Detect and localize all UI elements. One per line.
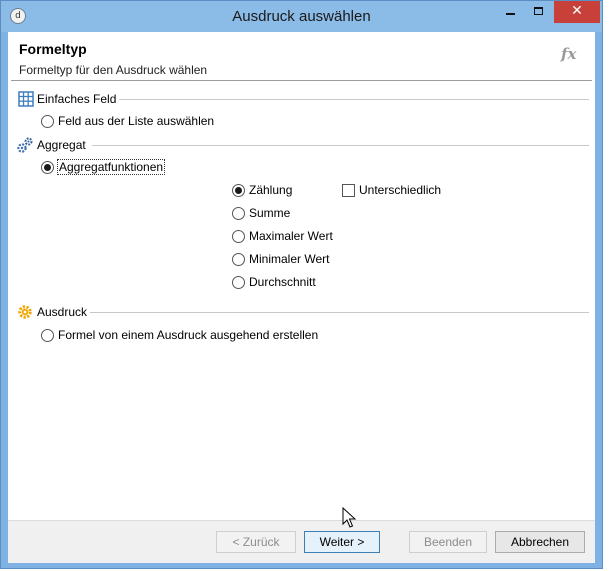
fx-icon: fx — [561, 45, 577, 63]
checkbox-distinct[interactable]: Unterschiedlich — [342, 183, 441, 197]
radio-button[interactable] — [41, 160, 54, 174]
radio-button[interactable] — [232, 229, 245, 243]
group-label-expression: Ausdruck — [37, 305, 91, 319]
radio-average[interactable]: Durchschnitt — [232, 275, 316, 289]
radio-label: Maximaler Wert — [249, 229, 333, 243]
finish-button[interactable]: Beenden — [409, 531, 487, 553]
group-label-simple-field: Einfaches Feld — [37, 92, 120, 106]
cancel-button[interactable]: Abbrechen — [495, 531, 585, 553]
group-line-aggregate — [92, 145, 589, 146]
radio-label: Zählung — [249, 183, 293, 197]
radio-label: Aggregatfunktionen — [56, 159, 166, 175]
radio-label: Feld aus der Liste auswählen — [58, 114, 215, 128]
radio-max[interactable]: Maximaler Wert — [232, 229, 333, 243]
group-label-aggregate: Aggregat — [37, 138, 89, 152]
table-grid-icon — [18, 91, 34, 107]
minimize-button[interactable] — [497, 1, 524, 23]
radio-sum[interactable]: Summe — [232, 206, 290, 220]
radio-min[interactable]: Minimaler Wert — [232, 252, 329, 266]
title-bar[interactable]: d Ausdruck auswählen ✕ — [1, 1, 602, 32]
back-button[interactable]: < Zurück — [216, 531, 296, 553]
radio-aggregate[interactable]: Aggregatfunktionen — [41, 159, 166, 175]
checkbox-label: Unterschiedlich — [359, 183, 442, 197]
page-subtitle: Formeltyp für den Ausdruck wählen — [19, 63, 208, 77]
close-icon: ✕ — [571, 3, 583, 19]
close-button[interactable]: ✕ — [554, 1, 600, 23]
mouse-pointer-icon — [342, 507, 356, 528]
radio-button[interactable] — [232, 275, 245, 289]
next-button[interactable]: Weiter > — [304, 531, 380, 553]
radio-expression[interactable]: Formel von einem Ausdruck ausgehend erst… — [41, 328, 318, 342]
group-line-expression — [90, 312, 589, 313]
radio-label: Durchschnitt — [249, 275, 316, 289]
maximize-icon — [534, 7, 543, 15]
radio-simple-field[interactable]: Feld aus der Liste auswählen — [41, 114, 214, 128]
radio-button[interactable] — [232, 206, 245, 220]
radio-button[interactable] — [232, 183, 245, 197]
header-separator — [11, 80, 592, 81]
group-line-simple-field — [116, 99, 589, 100]
radio-label: Formel von einem Ausdruck ausgehend erst… — [58, 328, 319, 342]
page-title: Formeltyp — [19, 41, 87, 57]
dialog-content: Formeltyp Formeltyp für den Ausdruck wäh… — [8, 32, 595, 563]
radio-button[interactable] — [41, 114, 54, 128]
gears-icon — [17, 137, 33, 153]
radio-label: Summe — [249, 206, 291, 220]
minimize-icon — [506, 13, 515, 15]
radio-button[interactable] — [41, 328, 54, 342]
dialog-window: d Ausdruck auswählen ✕ Formeltyp Formelt… — [0, 0, 603, 569]
radio-count[interactable]: Zählung — [232, 183, 292, 197]
button-bar: < Zurück Weiter > Beenden Abbrechen — [8, 521, 595, 563]
wizard-header: Formeltyp Formeltyp für den Ausdruck wäh… — [8, 32, 595, 82]
radio-button[interactable] — [232, 252, 245, 266]
checkbox[interactable] — [342, 183, 355, 197]
sun-gear-icon — [18, 305, 32, 319]
radio-label: Minimaler Wert — [249, 252, 330, 266]
maximize-button[interactable] — [525, 1, 552, 23]
